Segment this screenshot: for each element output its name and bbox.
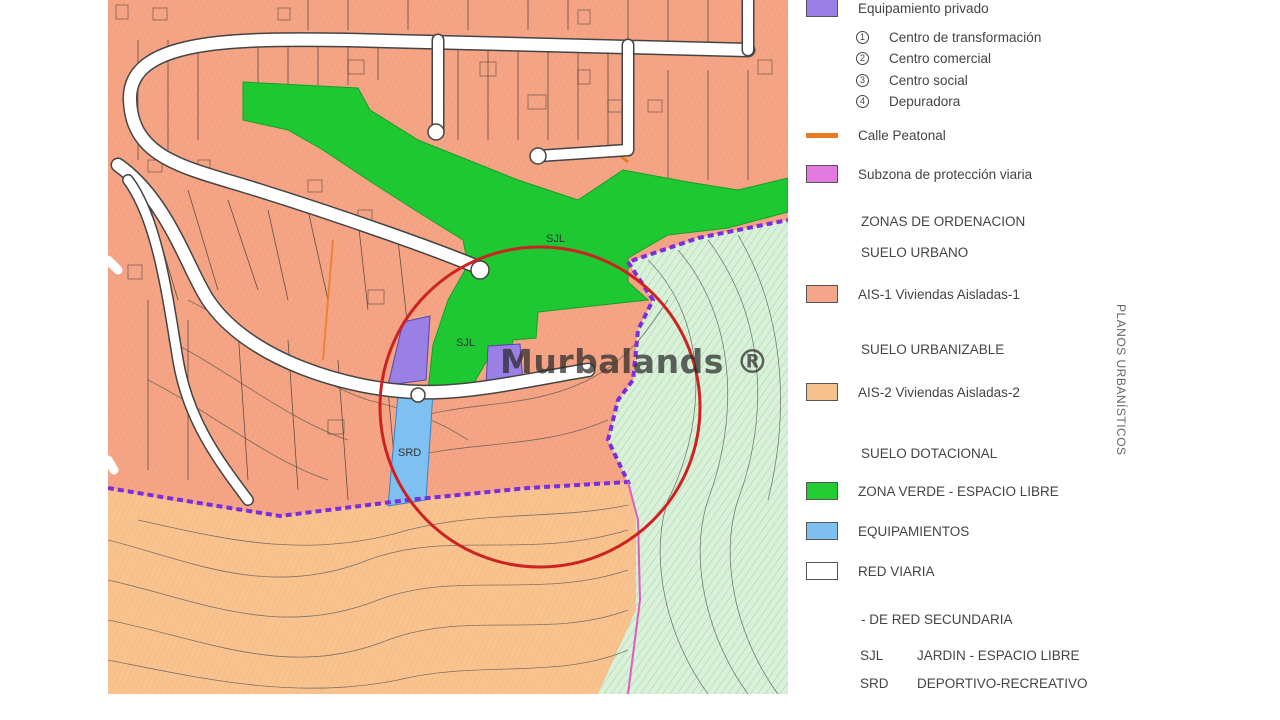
legend-item-privado: Equipamiento privado [806,0,989,18]
legend-label-ais1: AIS-1 Viviendas Aisladas-1 [858,286,1020,302]
legend-item-peatonal: Calle Peatonal [806,125,946,145]
number-badge-icon: 2 [856,51,869,65]
legend-item-red-viaria: RED VIARIA [806,561,935,581]
legend-swatch-zona-verde [806,482,838,500]
legend-swatch-ais2 [806,383,838,401]
legend-abbr-code: SJL [860,648,884,663]
legend-header-suelo-dotacional: SUELO DOTACIONAL [861,446,998,461]
legend-num-label: Centro de transformación [889,29,1042,45]
legend-num-label: Centro comercial [889,50,992,66]
legend-item-ais2: AIS-2 Viviendas Aisladas-2 [806,382,1020,402]
legend-num-2: 2 Centro comercial [856,48,991,68]
legend-item-ais1: AIS-1 Viviendas Aisladas-1 [806,284,1020,304]
legend-abbr-srd: SRD DEPORTIVO-RECREATIVO [860,676,1088,691]
legend-label-proteccion: Subzona de protección viaria [858,166,1033,182]
legend-header-suelo-urbano: SUELO URBANO [861,245,969,260]
legend-swatch-peatonal [806,132,838,138]
legend-label-red-viaria: RED VIARIA [858,563,935,579]
legend-header-suelo-urbanizable: SUELO URBANIZABLE [861,342,1005,357]
legend-num-label: Centro social [889,72,968,88]
legend-item-equipamientos: EQUIPAMIENTOS [806,521,969,541]
legend-label-privado: Equipamiento privado [858,0,989,16]
legend-swatch-proteccion [806,165,838,183]
legend-num-3: 3 Centro social [856,70,968,90]
watermark: Murbalands ® [500,342,770,381]
legend-header-red-secundaria: - DE RED SECUNDARIA [861,612,1013,627]
legend-abbr-label: DEPORTIVO-RECREATIVO [917,676,1088,691]
map-label-srd: SRD [398,447,421,459]
legend-swatch-privado [806,0,838,17]
number-badge-icon: 3 [856,73,869,87]
number-badge-icon: 4 [856,94,869,108]
legend-label-ais2: AIS-2 Viviendas Aisladas-2 [858,384,1020,400]
legend-num-4: 4 Depuradora [856,91,960,111]
legend-swatch-equipamientos [806,522,838,540]
legend-label-zona-verde: ZONA VERDE - ESPACIO LIBRE [858,483,1059,499]
legend-label-peatonal: Calle Peatonal [858,127,946,143]
legend-num-label: Depuradora [889,93,961,109]
map-label-sjl-1: SJL [546,233,565,245]
legend-abbr-code: SRD [860,676,889,691]
legend-swatch-ais1 [806,285,838,303]
legend-abbr-sjl: SJL JARDIN - ESPACIO LIBRE [860,648,1080,663]
legend-label-equipamientos: EQUIPAMIENTOS [858,523,970,539]
map-label-sjl-2: SJL [456,337,475,349]
legend-header-zonas: ZONAS DE ORDENACION [861,214,1026,229]
number-badge-icon: 1 [856,30,869,44]
legend-num-1: 1 Centro de transformación [856,27,1041,47]
legend: Equipamiento privado 1 Centro de transfo… [806,0,1126,720]
legend-item-proteccion: Subzona de protección viaria [806,164,1032,184]
legend-abbr-label: JARDIN - ESPACIO LIBRE [917,648,1080,663]
legend-swatch-red-viaria [806,562,838,580]
legend-item-zona-verde: ZONA VERDE - ESPACIO LIBRE [806,481,1059,501]
